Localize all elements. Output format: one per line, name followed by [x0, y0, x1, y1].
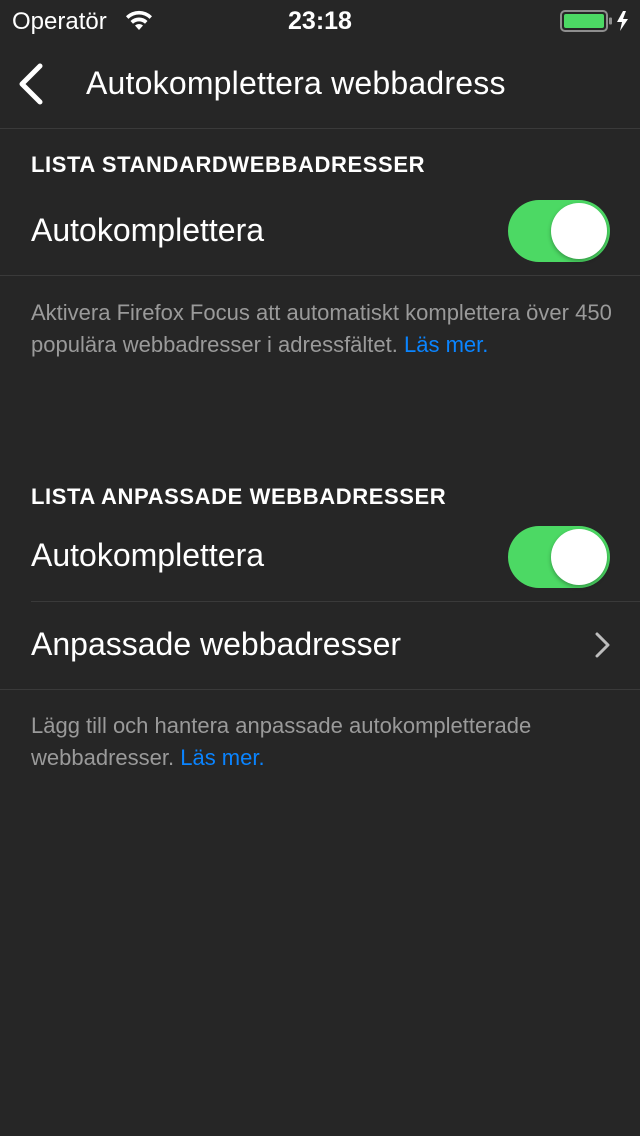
standard-learn-more-link[interactable]: Läs mer.	[404, 332, 488, 357]
autocomplete-custom-label: Autokomplettera	[31, 537, 265, 573]
toggle-knob	[551, 529, 607, 585]
divider	[0, 275, 640, 276]
custom-footer-text: Lägg till och hantera anpassade autokomp…	[31, 713, 532, 770]
page-title: Autokomplettera webbadress	[86, 65, 506, 101]
battery-icon	[560, 10, 628, 32]
section-header-standard: LISTA STANDARDWEBBADRESSER	[31, 152, 426, 177]
autocomplete-standard-toggle[interactable]	[508, 200, 610, 262]
status-bar: Operatör 23:18	[0, 0, 640, 40]
custom-footer-description: Lägg till och hantera anpassade autokomp…	[31, 710, 621, 774]
clock: 23:18	[288, 7, 352, 35]
autocomplete-custom-toggle[interactable]	[508, 526, 610, 588]
custom-learn-more-link[interactable]: Läs mer.	[180, 745, 264, 770]
standard-footer-description: Aktivera Firefox Focus att automatiskt k…	[31, 297, 621, 361]
chevron-right-icon	[595, 632, 610, 658]
section-header-custom: LISTA ANPASSADE WEBBADRESSER	[31, 484, 447, 509]
standard-footer-text: Aktivera Firefox Focus att automatiskt k…	[31, 300, 612, 357]
autocomplete-standard-row: Autokomplettera	[0, 190, 640, 275]
autocomplete-custom-row: Autokomplettera	[0, 515, 640, 601]
autocomplete-standard-label: Autokomplettera	[31, 212, 265, 248]
divider	[0, 689, 640, 690]
custom-urls-row[interactable]: Anpassade webbadresser	[0, 602, 640, 689]
custom-urls-label: Anpassade webbadresser	[31, 626, 402, 662]
navigation-bar: Autokomplettera webbadress	[0, 40, 640, 129]
chevron-left-icon[interactable]	[14, 60, 48, 108]
toggle-knob	[551, 203, 607, 259]
